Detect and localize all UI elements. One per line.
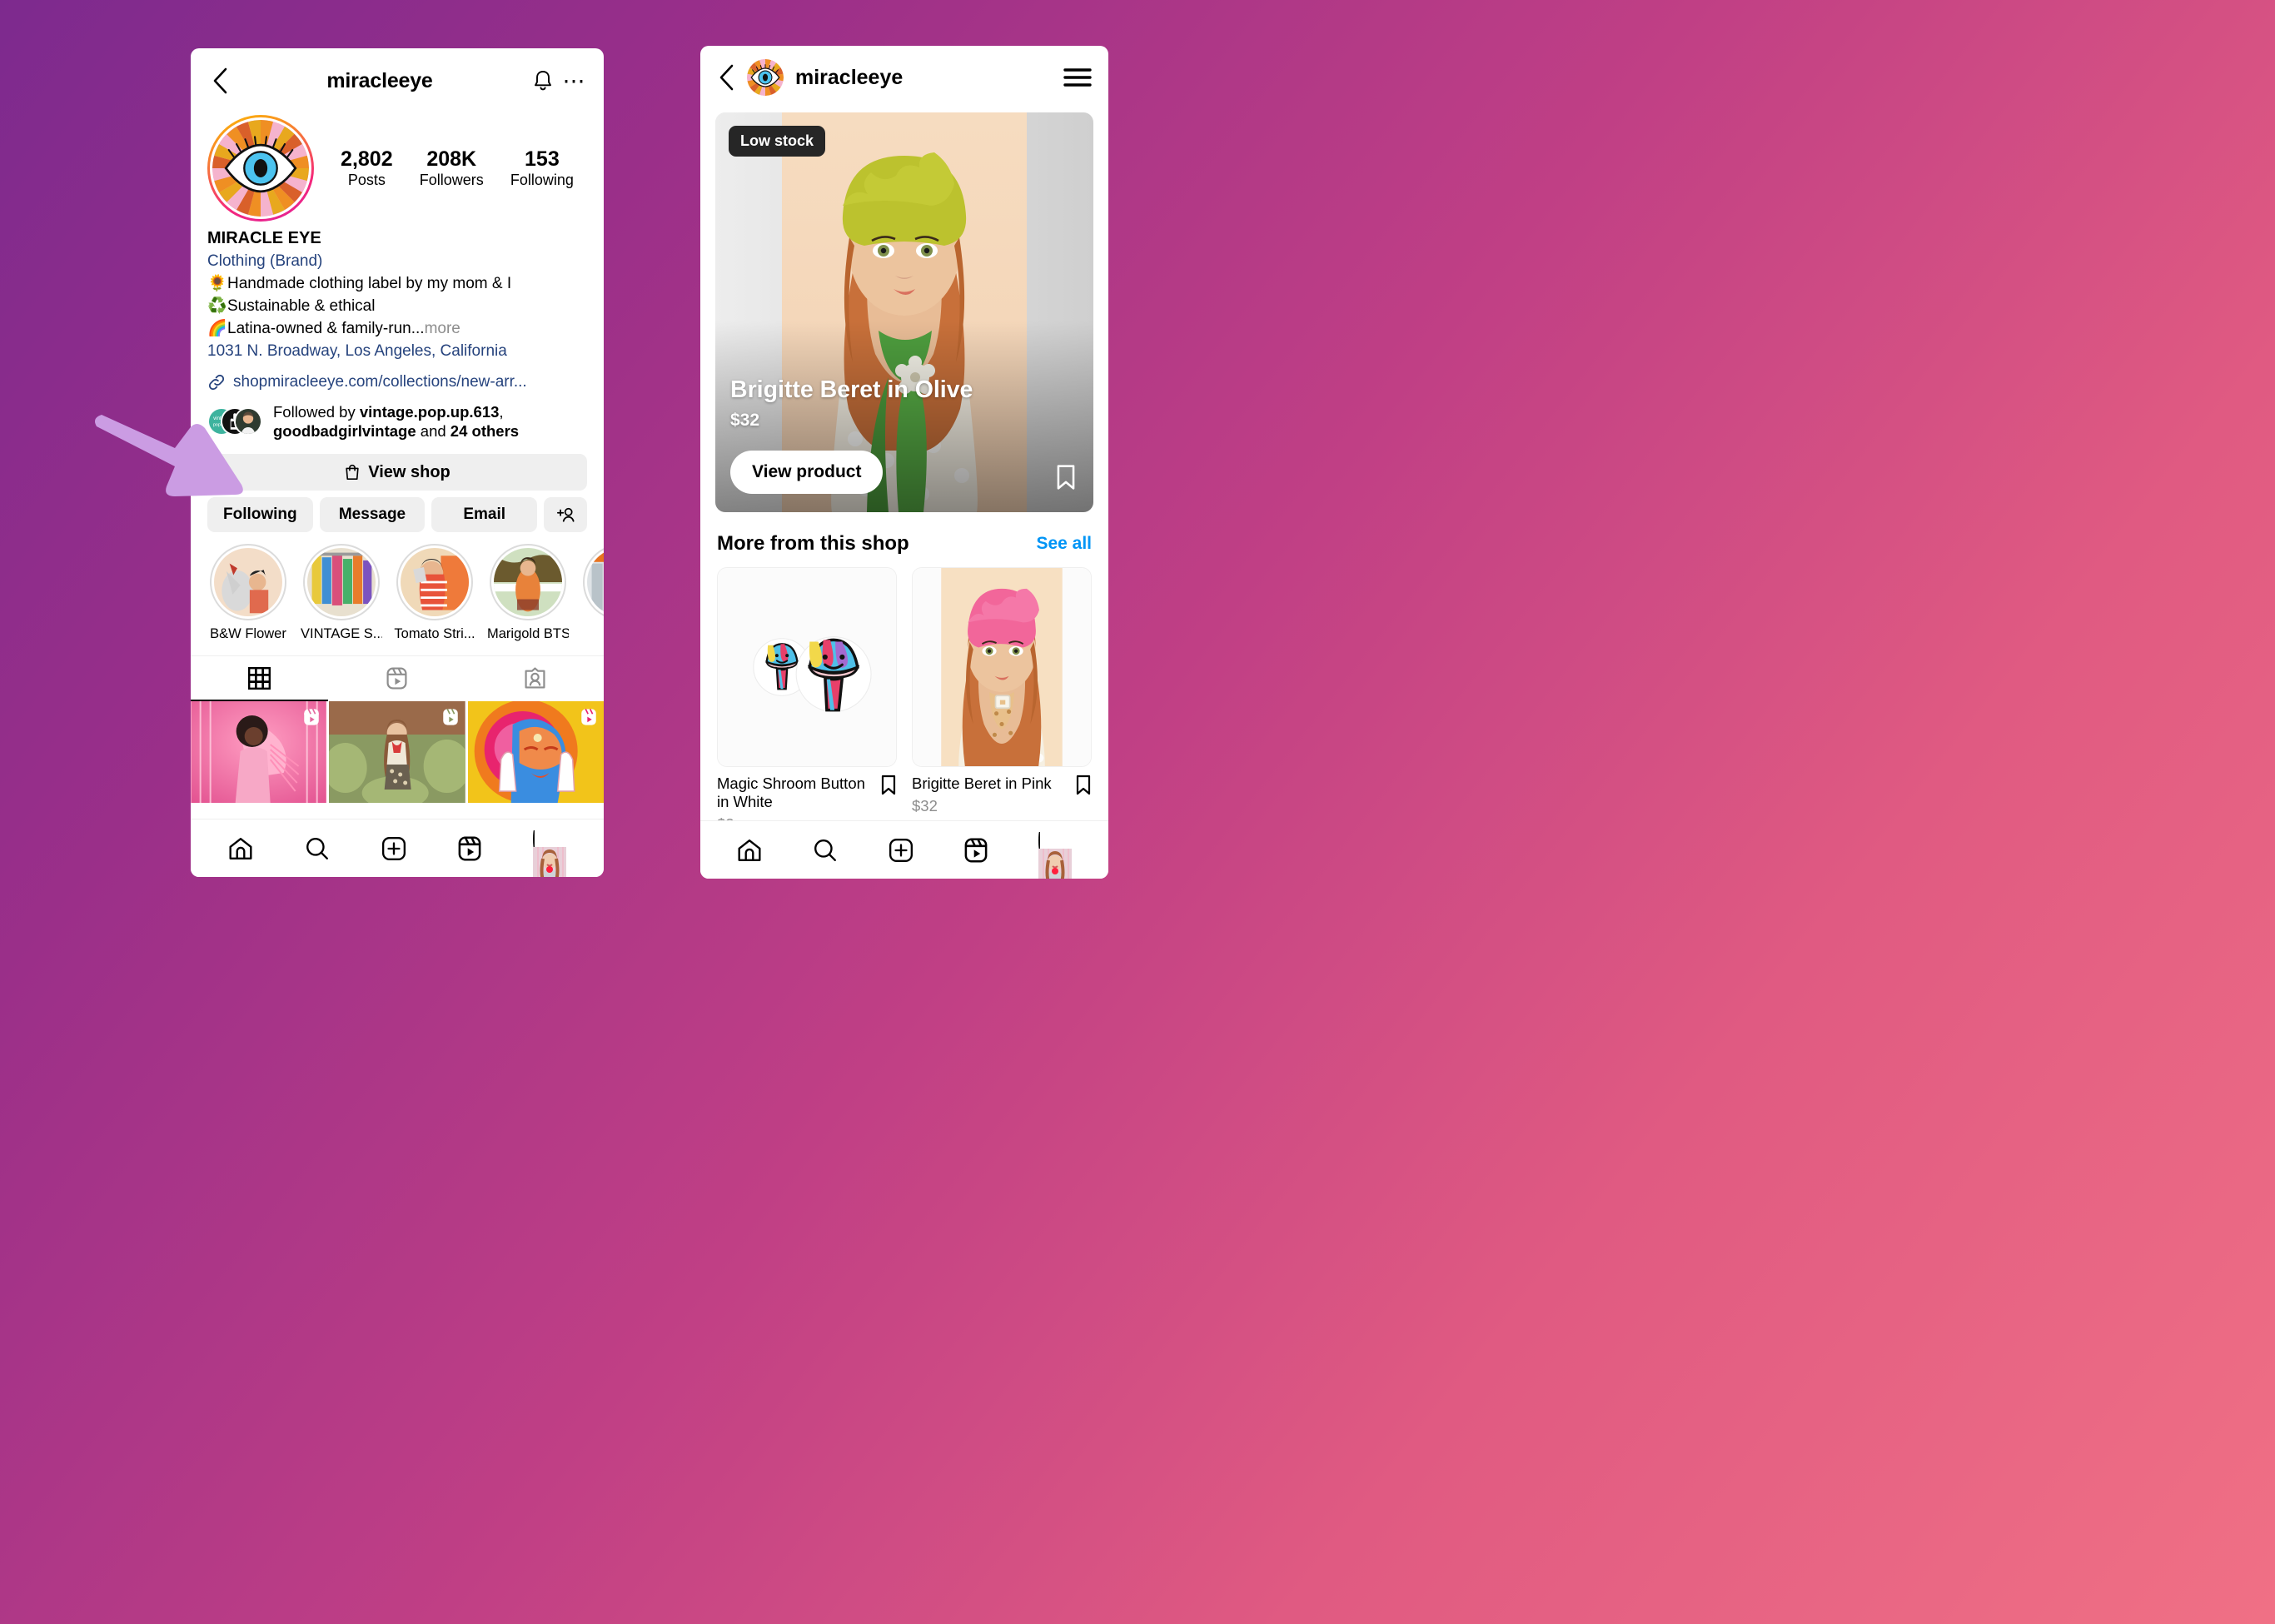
profile-bio: MIRACLE EYE Clothing (Brand) 🌻Handmade c…	[191, 222, 604, 363]
shop-top-bar: miracleeye	[700, 46, 1108, 109]
more-options-icon[interactable]: ⋯	[560, 70, 589, 92]
stat-followers[interactable]: 208K Followers	[420, 147, 484, 190]
nav-create[interactable]	[889, 838, 913, 863]
view-shop-label: View shop	[368, 462, 451, 481]
bio-line-2: ♻️Sustainable & ethical	[207, 296, 587, 318]
recycle-icon: ♻️	[207, 296, 227, 315]
back-chevron-icon[interactable]	[717, 63, 735, 92]
profile-link-row[interactable]: shopmiracleeye.com/collections/new-arr..…	[191, 363, 604, 391]
nav-search[interactable]	[305, 836, 330, 861]
profile-username: miracleeye	[326, 68, 433, 92]
product-card-magic-shroom[interactable]: Magic Shroom Button in White $2	[717, 567, 897, 834]
story-highlights-row: B&W Flower VINTAGE S... Tomato Stri... M…	[191, 532, 604, 642]
add-person-icon	[555, 506, 576, 524]
highlight-vintage-sale[interactable]: VINTAGE S...	[301, 544, 382, 642]
highlight-bw-flower[interactable]: B&W Flower	[207, 544, 289, 642]
profile-tabs	[191, 655, 604, 702]
product-card-brigitte-pink[interactable]: Brigitte Beret in Pink $32	[912, 567, 1092, 834]
mushroom-buttons-image	[717, 567, 897, 767]
reels-badge-icon	[580, 708, 597, 726]
tagged-icon	[525, 667, 545, 690]
followed-by-text: Followed by vintage.pop.up.613, goodbadg…	[273, 402, 520, 441]
bookmark-icon[interactable]	[1055, 464, 1077, 491]
notification-dot	[1051, 867, 1058, 874]
rainbow-icon: 🌈	[207, 319, 227, 337]
reels-badge-icon	[303, 708, 320, 726]
miracle-eye-logo-icon	[212, 120, 309, 217]
profile-category: Clothing (Brand)	[207, 252, 323, 270]
highlight-ced[interactable]: Ced	[580, 544, 604, 642]
low-stock-badge: Low stock	[729, 126, 826, 157]
highlight-tomato-stripe[interactable]: Tomato Stri...	[394, 544, 475, 642]
shop-username: miracleeye	[795, 65, 904, 89]
profile-address[interactable]: 1031 N. Broadway, Los Angeles, Californi…	[207, 341, 587, 363]
profile-avatar[interactable]	[207, 115, 314, 222]
link-chain-icon	[207, 373, 226, 391]
follower-name-1[interactable]: vintage.pop.up.613	[360, 403, 500, 421]
hamburger-menu-icon[interactable]	[1063, 67, 1092, 88]
hero-product-price: $32	[730, 411, 760, 430]
post-garden[interactable]	[329, 701, 465, 804]
tab-reels[interactable]	[328, 656, 465, 701]
bookmark-icon[interactable]	[1075, 775, 1092, 795]
nav-search[interactable]	[813, 838, 838, 863]
product-name: Magic Shroom Button in White	[717, 775, 865, 811]
nav-profile[interactable]	[533, 829, 566, 877]
instagram-shop-screen: miracleeye Low stock Brigitte Beret in O…	[700, 46, 1108, 879]
notification-dot	[546, 865, 553, 873]
nav-reels[interactable]	[458, 835, 481, 861]
reels-badge-icon	[442, 708, 459, 726]
bio-line-1: 🌻Handmade clothing label by my mom & I	[207, 273, 587, 296]
post-pink-fringe[interactable]	[191, 701, 327, 804]
nav-reels[interactable]	[964, 837, 988, 863]
message-button[interactable]: Message	[319, 497, 426, 533]
back-chevron-icon[interactable]	[206, 67, 234, 95]
shopping-bag-icon	[344, 463, 361, 481]
product-price: $32	[912, 797, 938, 815]
miracle-eye-logo-icon	[747, 59, 784, 96]
sunflower-icon: 🌻	[207, 274, 227, 292]
stat-following[interactable]: 153 Following	[510, 147, 574, 190]
view-product-button[interactable]: View product	[730, 451, 884, 494]
stat-posts[interactable]: 2,802 Posts	[341, 147, 393, 190]
grid-icon	[248, 666, 271, 690]
profile-website-link[interactable]: shopmiracleeye.com/collections/new-arr..…	[233, 373, 527, 391]
notification-bell-icon[interactable]	[525, 69, 560, 92]
pink-beret-model-image	[912, 567, 1092, 767]
reels-icon	[386, 667, 407, 690]
post-psychedelic[interactable]	[467, 701, 604, 804]
nav-home[interactable]	[737, 838, 762, 863]
highlight-marigold-bts[interactable]: Marigold BTS	[487, 544, 569, 642]
pointer-arrow	[95, 415, 243, 496]
bio-more-link[interactable]: more	[425, 320, 460, 337]
nav-create[interactable]	[381, 836, 406, 861]
bookmark-icon[interactable]	[880, 775, 897, 795]
bio-line-3: 🌈Latina-owned & family-run...more	[207, 318, 587, 341]
nav-home[interactable]	[228, 836, 253, 861]
tab-tagged[interactable]	[466, 656, 604, 701]
featured-product-card[interactable]: Low stock Brigitte Beret in Olive $32 Vi…	[715, 112, 1093, 512]
more-from-shop-header: More from this shop See all	[700, 512, 1108, 555]
profile-stats-row: 2,802 Posts 208K Followers 153 Following	[191, 115, 604, 222]
profile-top-bar: miracleeye ⋯	[191, 48, 604, 113]
posts-grid	[191, 701, 604, 804]
tab-grid[interactable]	[191, 656, 329, 702]
see-all-link[interactable]: See all	[1036, 534, 1092, 554]
hero-product-title: Brigitte Beret in Olive	[730, 376, 973, 403]
follower-others-count[interactable]: 24 others	[451, 422, 519, 440]
profile-display-name: MIRACLE EYE	[207, 229, 321, 247]
section-heading: More from this shop	[717, 532, 909, 555]
email-button[interactable]: Email	[431, 497, 538, 533]
bottom-nav-bar	[700, 820, 1108, 879]
bottom-nav-bar	[191, 819, 604, 877]
follower-name-2[interactable]: goodbadgirlvintage	[273, 422, 416, 440]
product-name: Brigitte Beret in Pink	[912, 775, 1052, 792]
add-person-button[interactable]	[544, 497, 588, 533]
nav-profile[interactable]	[1038, 831, 1072, 879]
view-shop-button[interactable]: View shop	[207, 454, 587, 491]
shop-product-grid: Magic Shroom Button in White $2	[700, 555, 1108, 834]
